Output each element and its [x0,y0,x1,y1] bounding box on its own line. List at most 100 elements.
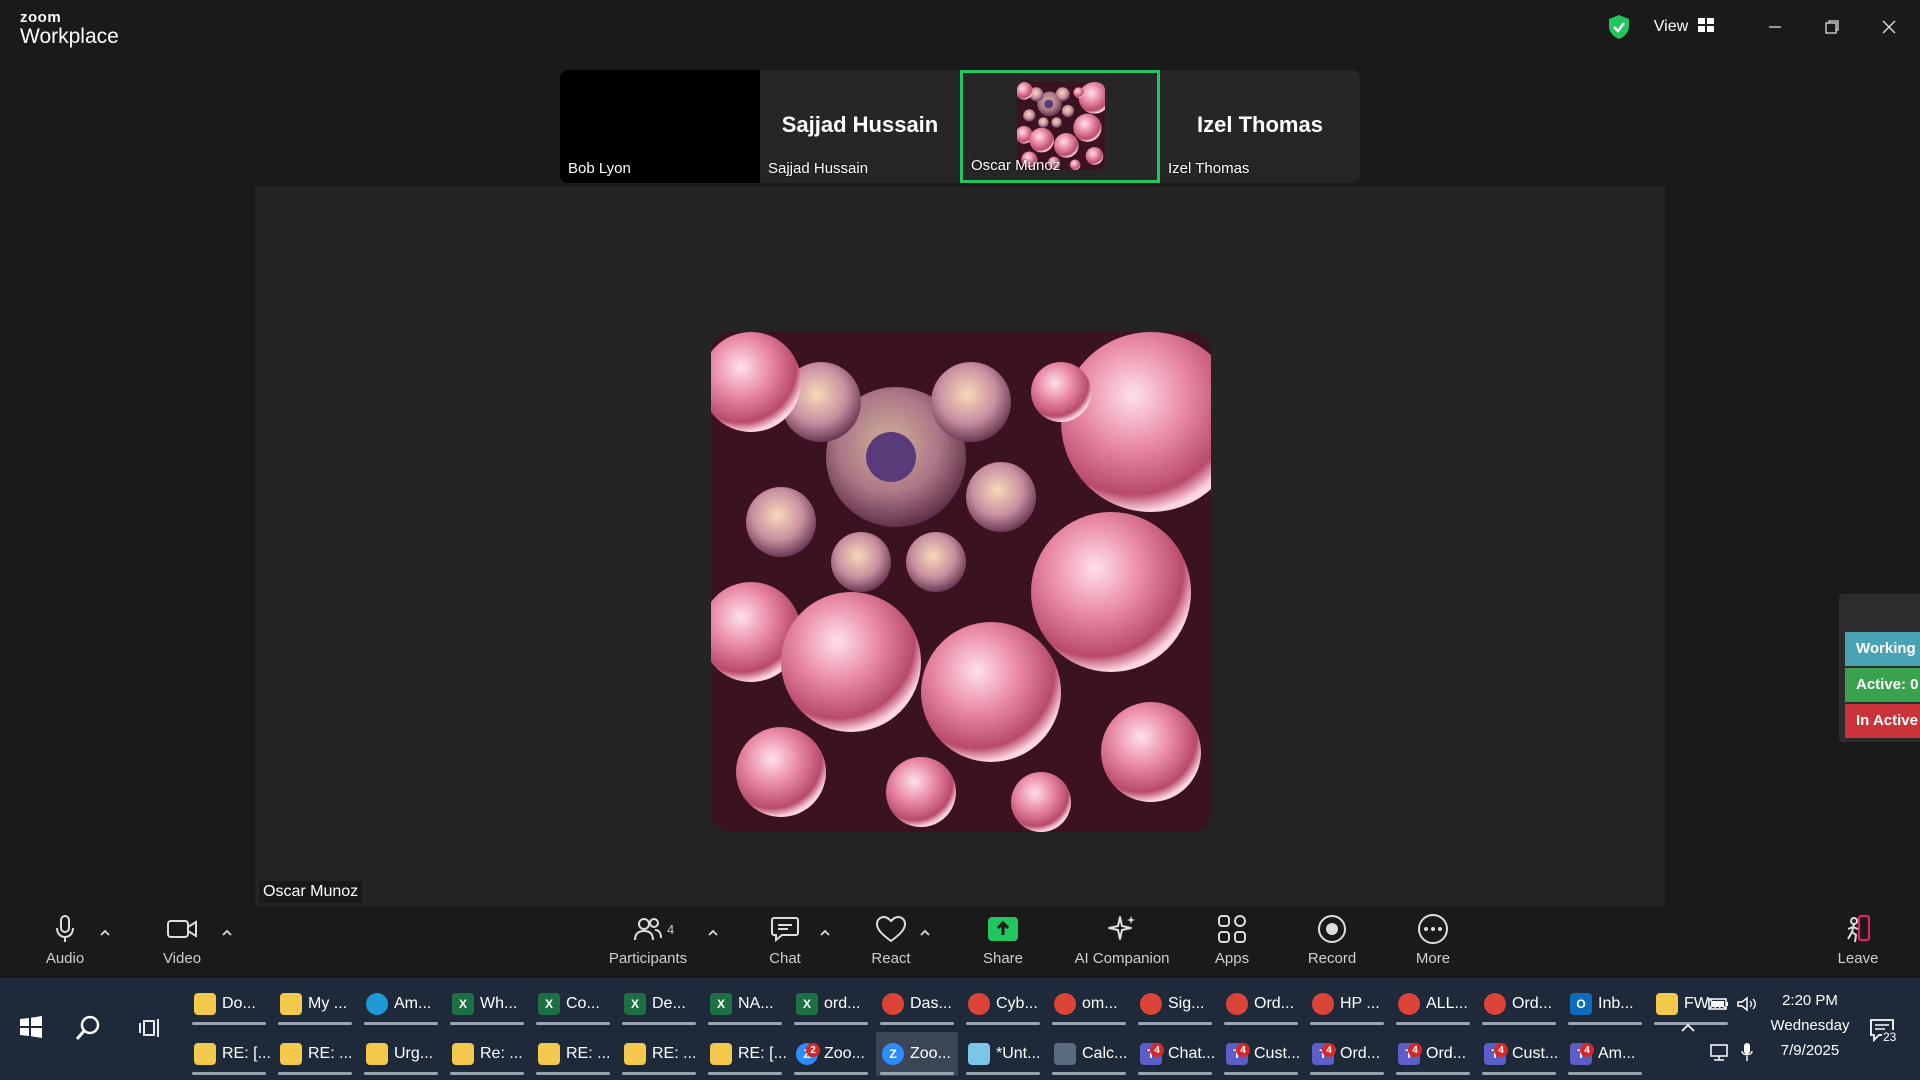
taskbar-button[interactable]: My ... [274,982,356,1026]
ai-companion-label: AI Companion [1074,950,1170,967]
network-icon[interactable] [1706,1040,1732,1064]
taskbar-button[interactable]: *Unt... [962,1032,1044,1076]
audio-options-chevron-up-icon[interactable] [98,926,112,940]
task-view-icon[interactable] [134,1012,166,1044]
ai-companion-button[interactable]: AI Companion [1072,910,1172,976]
taskbar-button-label: Calc... [1082,1045,1128,1062]
taskbar-button[interactable]: HP ... [1306,982,1388,1026]
search-icon[interactable] [72,1012,104,1044]
video-options-chevron-up-icon[interactable] [220,926,234,940]
taskbar-button[interactable]: T4Ord... [1306,1032,1388,1076]
taskbar-button-label: Sig... [1168,995,1205,1012]
mail-icon [538,1043,560,1065]
taskbar-button[interactable]: T4Chat... [1134,1032,1216,1076]
minimize-icon[interactable] [1755,12,1795,42]
participants-options-chevron-up-icon[interactable] [706,926,720,940]
microphone-tray-icon[interactable] [1734,1040,1760,1064]
taskbar-button[interactable]: T4Cust... [1220,1032,1302,1076]
battery-icon[interactable] [1706,992,1732,1016]
taskbar-button[interactable]: Z Zoo... [876,1032,958,1076]
leave-button[interactable]: Leave [1833,910,1883,976]
participants-button[interactable]: Participants [603,910,693,976]
running-indicator [1138,1022,1212,1025]
record-button[interactable]: Record [1307,910,1357,976]
working-status-pill[interactable]: Working [1845,632,1920,666]
mail-icon [366,1043,388,1065]
chevron-up-icon[interactable] [1676,1016,1700,1040]
taskbar-button[interactable]: X Co... [532,982,614,1026]
badge-count: 4 [1322,1043,1336,1057]
taskbar-button[interactable]: ALL... [1392,982,1474,1026]
thumbnail-bob-lyon[interactable]: Bob Lyon [560,70,760,183]
taskbar-button[interactable]: O Inb... [1564,982,1646,1026]
inactive-status-pill[interactable]: In Active [1845,704,1920,738]
running-indicator [364,1072,438,1075]
audio-button[interactable]: Audio [40,910,90,976]
chat-button[interactable]: Chat [760,910,810,976]
taskbar-button[interactable]: Sig... [1134,982,1216,1026]
react-button[interactable]: React [866,910,916,976]
chrome-icon [1484,993,1506,1015]
taskbar-button[interactable]: Cyb... [962,982,1044,1026]
taskbar-button[interactable]: T4Cust... [1478,1032,1560,1076]
notepad-icon [968,1043,990,1065]
more-button[interactable]: More [1408,910,1458,976]
folder-icon [194,993,216,1015]
chat-bubble-icon [770,910,800,948]
thumbnail-izel-thomas[interactable]: Izel Thomas Izel Thomas [1160,70,1360,183]
taskbar-button[interactable]: Re: ... [446,1032,528,1076]
taskbar-button[interactable]: RE: [... [188,1032,270,1076]
speaker-icon[interactable] [1734,992,1760,1016]
view-button[interactable]: View [1638,12,1730,42]
encryption-shield-icon[interactable] [1607,14,1631,40]
close-icon[interactable] [1869,12,1909,42]
share-button[interactable]: Share [978,910,1028,976]
chat-options-chevron-up-icon[interactable] [818,926,832,940]
taskbar-button[interactable]: Calc... [1048,1032,1130,1076]
taskbar-button-label: Ord... [1254,995,1295,1012]
microphone-icon [53,910,77,948]
apps-button[interactable]: Apps [1207,910,1257,976]
taskbar-button[interactable]: RE: ... [618,1032,700,1076]
video-button[interactable]: Video [157,910,207,976]
react-options-chevron-up-icon[interactable] [918,926,932,940]
notifications-icon[interactable]: 23 [1864,1012,1900,1048]
taskbar-button-label: RE: ... [308,1045,353,1062]
taskbar-button-label: Chat... [1168,1045,1216,1062]
thumbnail-oscar-munoz[interactable]: Oscar Munoz [960,70,1160,183]
taskbar-button[interactable]: Z2Zoo... [790,1032,872,1076]
taskbar-button[interactable]: Xord... [790,982,872,1026]
taskbar-button[interactable]: RE: ... [532,1032,614,1076]
active-status-pill[interactable]: Active: 0 [1845,668,1920,702]
taskbar-button[interactable]: Das... [876,982,958,1026]
taskbar-button-label: Urg... [394,1045,434,1062]
system-clock[interactable]: 2:20 PM Wednesday 7/9/2025 [1760,988,1860,1063]
running-indicator [1482,1022,1556,1025]
taskbar-button[interactable]: Do... [188,982,270,1026]
taskbar-button[interactable]: Am... [360,982,442,1026]
mail-icon [624,1043,646,1065]
active-speaker-video[interactable]: Oscar Munoz [255,186,1665,906]
taskbar-button[interactable]: Ord... [1220,982,1302,1026]
windows-start-icon[interactable] [16,1012,46,1042]
running-indicator [1482,1072,1556,1075]
taskbar-button[interactable]: X Wh... [446,982,528,1026]
thumbnail-name: Sajjad Hussain [768,160,869,177]
logo-zoom: zoom [20,9,62,26]
edge-icon [366,993,388,1015]
taskbar-button[interactable]: Urg... [360,1032,442,1076]
thumbnail-sajjad-hussain[interactable]: Sajjad Hussain Sajjad Hussain [760,70,960,183]
taskbar-button[interactable]: T4Ord... [1392,1032,1474,1076]
taskbar-button[interactable]: Ord... [1478,982,1560,1026]
running-indicator [1138,1072,1212,1075]
taskbar-button[interactable]: X De... [618,982,700,1026]
taskbar-button[interactable]: RE: ... [274,1032,356,1076]
participants-count: 4 [667,922,675,937]
taskbar-button[interactable]: RE: [... [704,1032,786,1076]
taskbar-button[interactable]: T4Am... [1564,1032,1646,1076]
restore-icon[interactable] [1812,12,1852,42]
running-indicator [1310,1072,1384,1075]
taskbar-button[interactable]: om... [1048,982,1130,1026]
taskbar-button-label: HP ... [1340,995,1380,1012]
taskbar-button[interactable]: X NA... [704,982,786,1026]
